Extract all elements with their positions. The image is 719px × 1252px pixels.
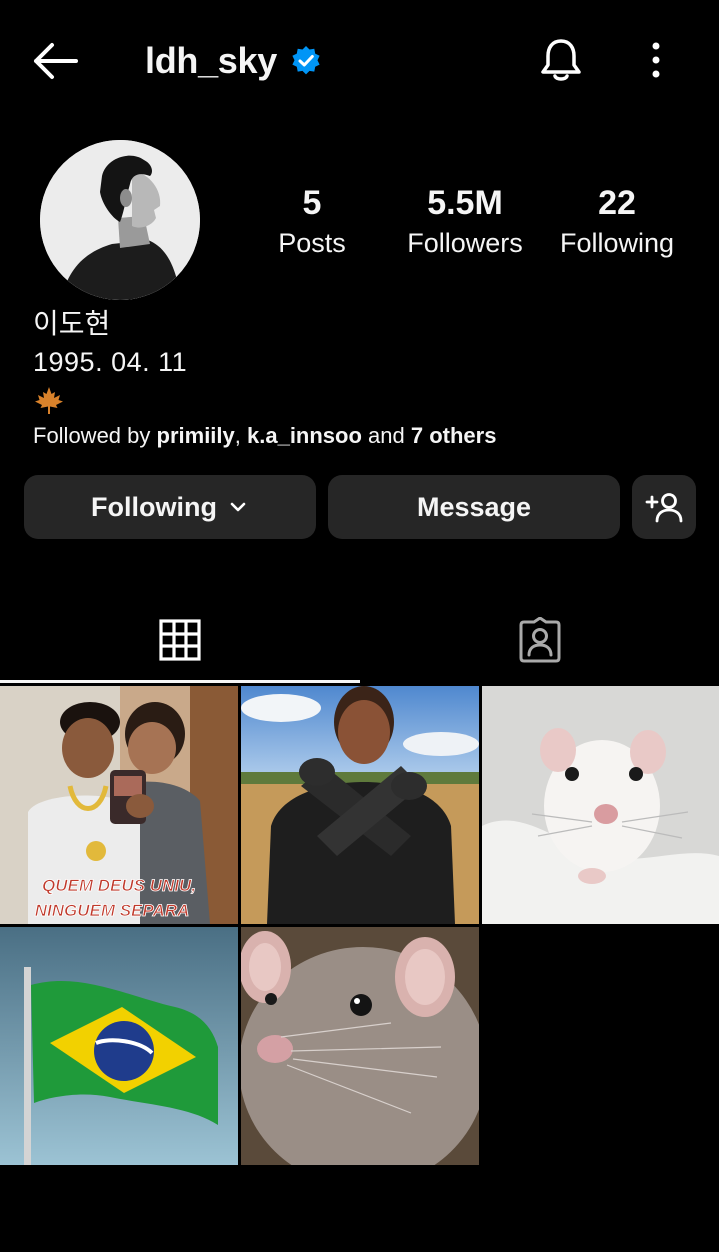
notifications-bell-button[interactable] [538, 36, 584, 84]
message-button[interactable]: Message [328, 475, 620, 539]
posts-label: Posts [278, 228, 346, 258]
profile-username: ldh_sky [145, 40, 277, 81]
arrow-left-icon [34, 43, 78, 79]
tab-tagged[interactable] [360, 600, 719, 680]
followed-by-text[interactable]: Followed by primiily, k.a_innsoo and 7 o… [33, 422, 496, 450]
following-button[interactable]: Following [24, 475, 316, 539]
followers-stat[interactable]: 5.5M Followers [390, 183, 540, 261]
mutual-follower-1[interactable]: primiily [157, 423, 235, 448]
avatar-photo [40, 140, 200, 300]
following-button-label: Following [91, 491, 217, 522]
add-person-icon [645, 493, 683, 523]
post-thumbnail[interactable]: QUEM DEUS UNIU, NINGUÉM SEPARA [0, 686, 238, 924]
followed-by-and: and [361, 423, 411, 448]
maple-leaf-icon [35, 387, 63, 414]
more-vertical-icon [652, 42, 660, 78]
tagged-person-icon [519, 617, 560, 663]
post-caption-line2: NINGUÉM SEPARA [35, 901, 190, 920]
tab-posts-grid[interactable] [0, 600, 359, 680]
following-label: Following [559, 228, 675, 258]
active-tab-indicator [0, 680, 360, 683]
followers-count: 5.5M [427, 184, 503, 222]
post-thumbnail[interactable] [241, 686, 479, 924]
mutual-followers-others[interactable]: 7 others [411, 423, 497, 448]
grid-icon [158, 619, 201, 661]
verified-badge-icon [292, 46, 320, 75]
suggested-users-button[interactable] [632, 475, 696, 539]
post-image-white-rat [482, 686, 719, 924]
post-image-brazil-flag [0, 927, 238, 1165]
followers-label: Followers [407, 228, 523, 258]
profile-full-name: 이도현 [33, 308, 111, 339]
chevron-down-icon [230, 502, 246, 512]
back-button[interactable] [28, 38, 82, 84]
followed-by-prefix: Followed by [33, 423, 157, 448]
profile-bio-birthday: 1995. 04. 11 [33, 347, 188, 377]
following-count: 22 [598, 184, 636, 222]
more-options-button[interactable] [640, 40, 672, 80]
posts-count: 5 [302, 184, 322, 222]
bell-icon [541, 39, 581, 81]
following-stat[interactable]: 22 Following [542, 183, 692, 261]
posts-stat[interactable]: 5 Posts [237, 183, 387, 261]
post-image-man-gloves [241, 686, 479, 924]
post-caption-line1: QUEM DEUS UNIU, [42, 876, 196, 895]
followed-by-separator: , [234, 423, 247, 448]
profile-avatar[interactable] [40, 140, 200, 300]
post-image-selfie: QUEM DEUS UNIU, NINGUÉM SEPARA [0, 686, 238, 924]
post-thumbnail[interactable] [0, 927, 238, 1165]
post-thumbnail[interactable] [482, 686, 719, 924]
post-image-grey-rat [241, 927, 479, 1165]
mutual-follower-2[interactable]: k.a_innsoo [247, 423, 362, 448]
message-button-label: Message [416, 491, 532, 522]
post-thumbnail[interactable] [241, 927, 479, 1165]
